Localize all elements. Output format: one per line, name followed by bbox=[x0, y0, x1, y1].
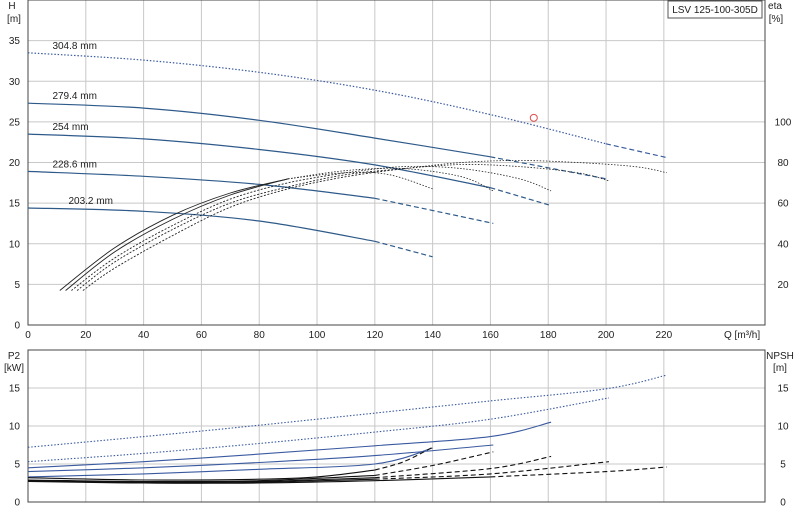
y-left-tick-0: 0 bbox=[14, 321, 20, 332]
y-left-tick-30: 30 bbox=[9, 77, 21, 88]
x-tick-220: 220 bbox=[655, 330, 672, 341]
y-right-tick-80: 80 bbox=[777, 158, 789, 169]
bottom-y-right-label-2: [m] bbox=[773, 363, 787, 374]
eta-curve-2 bbox=[71, 172, 346, 291]
x-tick-160: 160 bbox=[482, 330, 499, 341]
x-tick-120: 120 bbox=[366, 330, 383, 341]
x-tick-60: 60 bbox=[196, 330, 208, 341]
head-curve-label-1: 279.4 mm bbox=[52, 91, 96, 102]
x-tick-80: 80 bbox=[254, 330, 266, 341]
bottom-panel-grid bbox=[27, 350, 765, 502]
bottom-y-left-label-2: [kW] bbox=[4, 363, 24, 374]
eta-curve-end-3 bbox=[403, 164, 610, 182]
y-right-tick-20: 20 bbox=[777, 280, 789, 291]
power-curve-4 bbox=[27, 447, 433, 478]
y-left-tick-5: 5 bbox=[14, 280, 20, 291]
top-series: 304.8 mm 279.4 mm 254 mm 228.6 mm 203.2 mm bbox=[27, 41, 667, 291]
x-tick-0: 0 bbox=[25, 330, 31, 341]
top-x-axis-label: Q [m³/h] bbox=[724, 330, 760, 341]
pump-curve-chart: H [m] eta [%] Q [m³/h] LSV 125-100-305D … bbox=[0, 0, 800, 520]
npsh-tick-10: 10 bbox=[777, 422, 789, 433]
npsh-tick-0: 0 bbox=[780, 498, 786, 509]
eta-curve-4 bbox=[82, 168, 404, 291]
x-tick-180: 180 bbox=[540, 330, 557, 341]
y-right-tick-40: 40 bbox=[777, 239, 789, 250]
top-y-left-label-2: [m] bbox=[7, 14, 21, 25]
head-curve-label-4: 203.2 mm bbox=[68, 196, 112, 207]
top-panel-grid bbox=[27, 0, 765, 325]
eta-curve-3 bbox=[76, 168, 404, 291]
npsh-tick-15: 15 bbox=[777, 384, 789, 395]
bottom-series bbox=[27, 374, 667, 484]
p2-tick-15: 15 bbox=[9, 384, 21, 395]
top-tick-labels: 0 20 40 60 80 100 120 140 160 180 200 220 0 5 10 15 20 25… bbox=[9, 36, 792, 341]
head-curve-label-2: 254 mm bbox=[52, 122, 88, 133]
eta-curve-end-1 bbox=[288, 167, 494, 192]
y-left-tick-20: 20 bbox=[9, 158, 21, 169]
bottom-y-right-label-1: NPSH bbox=[766, 351, 794, 362]
npsh-curve-end-2 bbox=[374, 455, 552, 479]
x-tick-140: 140 bbox=[424, 330, 441, 341]
x-tick-40: 40 bbox=[138, 330, 150, 341]
head-curve-end-3 bbox=[374, 197, 494, 224]
npsh-curve-end-4 bbox=[490, 466, 667, 478]
top-y-right-label-1: eta bbox=[768, 1, 782, 12]
y-left-tick-15: 15 bbox=[9, 199, 21, 210]
p2-tick-10: 10 bbox=[9, 422, 21, 433]
p2-tick-5: 5 bbox=[14, 460, 20, 471]
top-y-left-label-1: H bbox=[8, 1, 15, 12]
x-tick-100: 100 bbox=[309, 330, 326, 341]
head-curve-end-0 bbox=[605, 143, 667, 159]
bottom-y-left-label-1: P2 bbox=[8, 351, 21, 362]
x-tick-200: 200 bbox=[598, 330, 615, 341]
model-label: LSV 125-100-305D bbox=[672, 5, 758, 16]
chart-canvas: H [m] eta [%] Q [m³/h] LSV 125-100-305D … bbox=[4, 0, 794, 509]
head-curve-label-0: 304.8 mm bbox=[52, 41, 96, 52]
head-curve-label-3: 228.6 mm bbox=[52, 159, 96, 170]
x-tick-20: 20 bbox=[80, 330, 92, 341]
y-right-tick-60: 60 bbox=[777, 199, 789, 210]
y-left-tick-35: 35 bbox=[9, 36, 21, 47]
p2-tick-0: 0 bbox=[14, 498, 20, 509]
y-right-tick-100: 100 bbox=[775, 117, 792, 128]
y-left-tick-10: 10 bbox=[9, 239, 21, 250]
power-curve-1 bbox=[27, 397, 609, 463]
npsh-tick-5: 5 bbox=[780, 460, 786, 471]
top-y-right-label-2: [%] bbox=[769, 14, 784, 25]
bottom-tick-labels: 0 5 10 15 0 5 10 15 bbox=[9, 384, 789, 509]
power-curve-0 bbox=[27, 374, 667, 448]
duty-point-marker bbox=[529, 113, 538, 122]
y-left-tick-25: 25 bbox=[9, 117, 21, 128]
